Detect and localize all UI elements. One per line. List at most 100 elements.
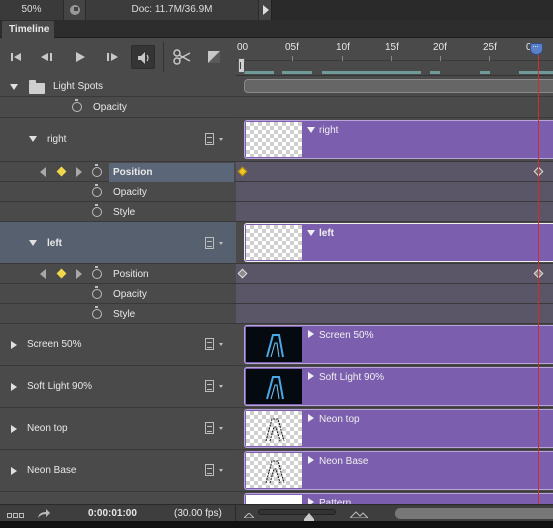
horizontal-scrollbar[interactable]	[395, 508, 553, 519]
next-keyframe-button[interactable]	[76, 167, 82, 177]
group-clip-bar[interactable]	[244, 79, 553, 93]
split-at-playhead-button[interactable]	[170, 45, 194, 69]
playhead-handle[interactable]	[530, 41, 543, 55]
dropdown-caret-icon[interactable]	[219, 343, 223, 346]
property-name: Opacity	[113, 289, 147, 300]
film-strip-icon[interactable]	[205, 237, 214, 249]
timeline-zoom-slider[interactable]	[258, 509, 336, 515]
dropdown-caret-icon[interactable]	[219, 427, 223, 430]
collapse-triangle-icon[interactable]	[11, 425, 17, 433]
tick-label: 25f	[483, 42, 497, 53]
tab-timeline[interactable]: Timeline	[2, 21, 54, 38]
keyframe[interactable]	[237, 268, 248, 279]
previous-frame-button[interactable]	[35, 45, 59, 69]
clip-left[interactable]: left	[244, 223, 553, 262]
collapse-triangle-icon[interactable]	[308, 372, 314, 380]
work-area-start-handle[interactable]	[238, 58, 245, 73]
collapse-triangle-icon[interactable]	[308, 456, 314, 464]
expand-triangle-icon[interactable]	[10, 84, 18, 90]
stopwatch-icon[interactable]	[92, 286, 102, 299]
tick-label: 00	[237, 42, 249, 53]
collapse-triangle-icon[interactable]	[308, 330, 314, 338]
expand-triangle-icon[interactable]	[29, 136, 37, 142]
dropdown-caret-icon[interactable]	[219, 138, 223, 141]
clip-screen-50[interactable]: Screen 50%	[244, 325, 553, 364]
property-name: Position	[113, 167, 153, 178]
layer-group-light-spots[interactable]: Light Spots	[0, 76, 236, 97]
property-row-position[interactable]: Position	[0, 264, 236, 284]
clip-soft-light-90[interactable]: Soft Light 90%	[244, 367, 553, 406]
add-keyframe-button[interactable]	[56, 166, 67, 177]
stopwatch-icon[interactable]	[92, 184, 102, 197]
clip-right[interactable]: right	[244, 120, 553, 159]
clip-pattern[interactable]: Pattern	[244, 493, 553, 504]
film-strip-icon[interactable]	[205, 133, 214, 145]
export-preview-icon[interactable]	[64, 0, 86, 20]
stopwatch-icon[interactable]	[92, 266, 102, 279]
layer-row-screen-50[interactable]: Screen 50%	[0, 324, 236, 366]
collapse-triangle-icon[interactable]	[11, 341, 17, 349]
status-menu-arrow-button[interactable]	[258, 0, 272, 20]
expand-triangle-icon[interactable]	[29, 240, 37, 246]
collapse-triangle-icon[interactable]	[11, 383, 17, 391]
zoom-in-mountain-icon[interactable]	[350, 511, 368, 518]
doc-size-info: Doc: 11.7M/36.9M	[86, 0, 258, 20]
stopwatch-icon[interactable]	[72, 99, 82, 112]
layer-track-soft-light-90: Soft Light 90%	[236, 366, 553, 408]
layer-row-left[interactable]: left	[0, 222, 236, 264]
property-row-opacity[interactable]: Opacity	[0, 97, 236, 118]
next-frame-button[interactable]	[100, 45, 124, 69]
stopwatch-icon[interactable]	[92, 164, 102, 177]
dropdown-caret-icon[interactable]	[219, 469, 223, 472]
render-video-icon[interactable]	[7, 510, 25, 518]
keyframe[interactable]	[237, 166, 248, 177]
clip-neon-top[interactable]: Neon top	[244, 409, 553, 448]
stopwatch-icon[interactable]	[92, 204, 102, 217]
collapse-triangle-icon[interactable]	[308, 414, 314, 422]
film-strip-icon[interactable]	[205, 380, 214, 392]
film-strip-icon[interactable]	[205, 464, 214, 476]
film-strip-icon[interactable]	[205, 422, 214, 434]
first-frame-button[interactable]	[4, 45, 28, 69]
playhead-line[interactable]	[538, 55, 539, 504]
zoom-out-mountain-icon[interactable]	[244, 513, 254, 518]
previous-keyframe-button[interactable]	[40, 167, 46, 177]
mute-audio-button[interactable]	[131, 45, 155, 69]
play-button[interactable]	[68, 45, 92, 69]
expand-triangle-icon[interactable]	[307, 127, 315, 133]
property-track-position	[236, 162, 553, 182]
layer-row-neon-top[interactable]: Neon top	[0, 408, 236, 450]
clip-thumbnail	[246, 411, 302, 446]
film-strip-icon[interactable]	[205, 338, 214, 350]
property-row-style[interactable]: Style	[0, 304, 236, 324]
layer-row-soft-light-90[interactable]: Soft Light 90%	[0, 366, 236, 408]
track-area[interactable]: right left Screen 50% Soft Light 90% Neo…	[236, 76, 553, 504]
property-track-opacity	[236, 97, 553, 118]
layer-row-neon-base[interactable]: Neon Base	[0, 450, 236, 492]
expand-triangle-icon[interactable]	[307, 230, 315, 236]
dropdown-caret-icon[interactable]	[219, 242, 223, 245]
zoom-level-field[interactable]: 50%	[0, 0, 64, 20]
transition-button[interactable]	[202, 45, 226, 69]
layer-row-right[interactable]: right	[0, 118, 236, 162]
dropdown-caret-icon[interactable]	[219, 385, 223, 388]
property-row-opacity[interactable]: Opacity	[0, 284, 236, 304]
collapse-triangle-icon[interactable]	[11, 467, 17, 475]
property-row-opacity[interactable]: Opacity	[0, 182, 236, 202]
layer-list: Light Spots Opacity right Position Opaci…	[0, 76, 236, 504]
next-keyframe-button[interactable]	[76, 269, 82, 279]
property-track-position	[236, 264, 553, 284]
property-row-position[interactable]: Position	[0, 162, 236, 182]
add-keyframe-button[interactable]	[56, 268, 67, 279]
property-name: Position	[113, 269, 149, 280]
previous-keyframe-button[interactable]	[40, 269, 46, 279]
zoom-slider-thumb[interactable]	[304, 513, 314, 522]
clip-thumbnail	[246, 122, 302, 157]
layer-name: right	[47, 134, 67, 145]
layer-row-pattern[interactable]	[0, 492, 236, 504]
convert-to-frame-animation-icon[interactable]	[37, 508, 51, 519]
property-row-style[interactable]: Style	[0, 202, 236, 222]
time-ruler[interactable]: 00 05f 10f 15f 20f 25f 0	[236, 38, 553, 76]
clip-neon-base[interactable]: Neon Base	[244, 451, 553, 490]
stopwatch-icon[interactable]	[92, 306, 102, 319]
